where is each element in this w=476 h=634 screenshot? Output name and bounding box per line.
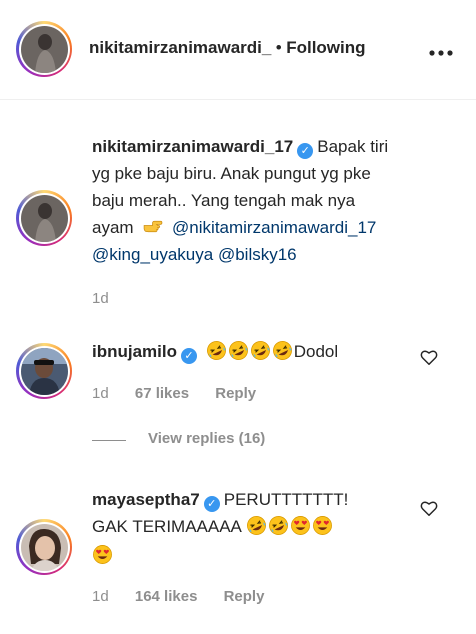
comment-avatar-mayaseptha7[interactable] — [16, 519, 72, 575]
emoji-group — [246, 516, 334, 536]
caption-line4: ayam — [92, 218, 134, 237]
caption-mention-3[interactable]: @bilsky16 — [218, 245, 297, 264]
comment-avatar-ibnujamilo[interactable] — [16, 343, 72, 399]
following-button[interactable]: Following — [286, 38, 365, 57]
header-username[interactable]: nikitamirzanimawardi_ — [89, 38, 271, 57]
avatar-photo-icon — [20, 347, 68, 395]
avatar-photo-icon — [20, 194, 68, 242]
emoji-group — [92, 542, 348, 569]
heart-eyes-emoji-icon — [290, 516, 310, 535]
verified-badge-icon: ✓ — [181, 348, 197, 364]
reply-button[interactable]: Reply — [215, 385, 256, 402]
caption-line3: baju merah.. Yang tengah mak nya — [92, 191, 356, 210]
caption-username[interactable]: nikitamirzanimawardi_17 — [92, 137, 293, 156]
caption-line1: Bapak tiri — [317, 137, 389, 156]
comment-text: Dodol — [293, 342, 339, 361]
caption-time[interactable]: 1d — [92, 290, 109, 307]
caption-line2: yg pke baju biru. Anak pungut yg pke — [92, 164, 371, 183]
comment-likes[interactable]: 164 likes — [135, 588, 198, 605]
post-header: nikitamirzanimawardi_ • Following — [0, 0, 476, 100]
avatar-photo-icon — [20, 523, 68, 571]
caption-avatar[interactable] — [16, 190, 72, 246]
caption-text: nikitamirzanimawardi_17 ✓ Bapak tiri yg pk… — [92, 133, 442, 268]
heart-eyes-emoji-icon — [93, 545, 112, 564]
header-separator: • — [275, 38, 282, 57]
comment-username[interactable]: mayaseptha7 — [92, 490, 200, 509]
rolling-laughing-emoji-icon — [206, 341, 226, 360]
rolling-laughing-emoji-icon — [272, 341, 292, 360]
heart-eyes-emoji-icon — [312, 516, 332, 535]
verified-badge-icon: ✓ — [203, 496, 220, 512]
rolling-laughing-emoji-icon — [250, 341, 270, 360]
heart-icon[interactable] — [420, 349, 438, 365]
avatar-photo-icon — [20, 25, 68, 73]
caption-mention-2[interactable]: @king_uyakuya — [92, 245, 213, 264]
caption-mention-1[interactable]: @nikitamirzanimawardi_17 — [172, 218, 376, 237]
comment-time[interactable]: 1d — [92, 385, 109, 402]
view-replies-line — [92, 440, 126, 441]
heart-icon[interactable] — [420, 500, 438, 516]
rolling-laughing-emoji-icon — [246, 516, 266, 535]
comment-meta-1: 1d 67 likes Reply — [92, 385, 256, 402]
comment-mayaseptha7: mayaseptha7 ✓ PERUTTTTTTT! GAK TERIMAAAAA — [92, 486, 348, 569]
comment-ibnujamilo: ibnujamilo ✓ Dodol — [92, 338, 338, 365]
comment-text-line2: GAK TERIMAAAAA — [92, 517, 241, 536]
view-replies-button[interactable]: View replies (16) — [148, 430, 265, 447]
more-horizontal-icon[interactable] — [428, 36, 454, 64]
comment-text-line1: PERUTTTTTTT! — [223, 490, 349, 509]
reply-button[interactable]: Reply — [224, 588, 265, 605]
comment-time[interactable]: 1d — [92, 588, 109, 605]
verified-badge-icon: ✓ — [297, 143, 314, 159]
laughing-emoji-group — [206, 341, 294, 361]
rolling-laughing-emoji-icon — [268, 516, 288, 535]
comment-meta-2: 1d 164 likes Reply — [92, 588, 264, 605]
comment-likes[interactable]: 67 likes — [135, 385, 189, 402]
header-avatar[interactable] — [16, 21, 72, 77]
pointing-hand-emoji-icon — [144, 220, 163, 233]
comment-username[interactable]: ibnujamilo — [92, 342, 177, 361]
rolling-laughing-emoji-icon — [228, 341, 248, 360]
